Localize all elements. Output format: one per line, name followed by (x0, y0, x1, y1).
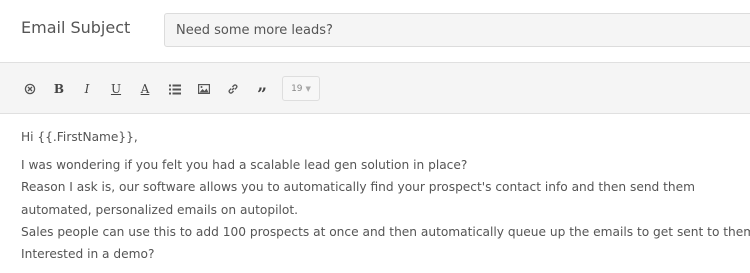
list-icon (169, 84, 181, 95)
email-body-editor[interactable]: Hi {{.FirstName}}, I was wondering if yo… (0, 114, 750, 273)
italic-button[interactable]: I (76, 79, 98, 99)
italic-icon: I (84, 82, 90, 96)
body-line: Interested in a demo? (21, 247, 155, 262)
font-color-button[interactable]: A (134, 79, 156, 99)
chevron-down-icon: ▼ (305, 84, 311, 93)
link-icon (227, 83, 239, 95)
body-line: Reason I ask is, our software allows you… (21, 180, 696, 195)
font-color-icon: A (140, 82, 150, 96)
font-size-select[interactable]: 19 ▼ (282, 76, 320, 101)
bold-icon: B (53, 82, 65, 96)
quote-icon: ” (257, 84, 267, 105)
subject-row: Email Subject (0, 0, 750, 62)
subject-label: Email Subject (21, 18, 131, 37)
clear-format-button[interactable] (19, 79, 41, 99)
body-greeting: Hi {{.FirstName}}, (21, 130, 138, 144)
font-size-value: 19 (291, 83, 303, 94)
quote-button[interactable]: ” (251, 79, 273, 105)
body-line: Sales people can use this to add 100 pro… (21, 224, 750, 239)
image-button[interactable] (193, 79, 215, 99)
list-button[interactable] (164, 79, 186, 99)
image-icon (198, 84, 210, 94)
body-line: automated, personalized emails on autopi… (21, 202, 298, 217)
link-button[interactable] (222, 79, 244, 99)
bold-button[interactable]: B (48, 79, 70, 99)
underline-icon: U (110, 82, 122, 96)
underline-button[interactable]: U (105, 79, 127, 99)
body-line: I was wondering if you felt you had a sc… (21, 158, 468, 173)
email-composer: Email Subject B I U A (0, 0, 750, 273)
subject-input[interactable] (164, 13, 750, 47)
clear-format-icon (24, 83, 36, 95)
editor-toolbar: B I U A ” 19 ▼ (0, 62, 750, 114)
